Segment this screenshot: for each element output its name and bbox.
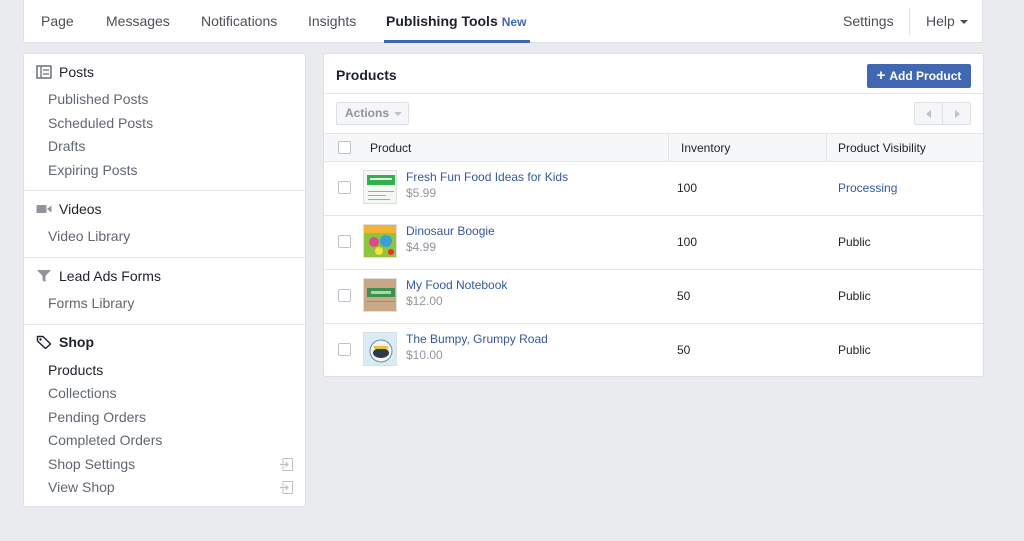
sidebar-item-view-shop[interactable]: View Shop xyxy=(48,477,115,497)
sidebar-item-pending-orders[interactable]: Pending Orders xyxy=(48,407,146,427)
video-camera-icon xyxy=(36,205,52,213)
row-checkbox[interactable] xyxy=(338,235,351,248)
actions-dropdown[interactable]: Actions xyxy=(336,102,409,125)
nav-tab-publishing-tools-label: Publishing Tools xyxy=(386,13,498,29)
sidebar-item-shop-settings[interactable]: Shop Settings xyxy=(48,454,135,474)
column-header-inventory[interactable]: Inventory xyxy=(681,134,730,162)
product-name-link[interactable]: Fresh Fun Food Ideas for Kids xyxy=(406,170,568,184)
product-inventory: 50 xyxy=(677,343,691,357)
sidebar: Posts Published Posts Scheduled Posts Dr… xyxy=(23,53,306,507)
product-image xyxy=(364,171,396,203)
product-thumbnail xyxy=(363,170,397,204)
table-row[interactable]: Dinosaur Boogie $4.99 100 Public xyxy=(324,216,983,270)
table-row[interactable]: The Bumpy, Grumpy Road $10.00 50 Public xyxy=(324,324,983,378)
chevron-down-icon xyxy=(959,20,968,25)
product-image xyxy=(364,279,396,311)
sidebar-item-collections[interactable]: Collections xyxy=(48,383,116,403)
product-inventory: 100 xyxy=(677,181,698,195)
product-visibility-status: Public xyxy=(838,289,871,303)
top-nav: Page Messages Notifications Insights Pub… xyxy=(23,0,983,43)
product-inventory: 100 xyxy=(677,235,698,249)
table-row[interactable]: My Food Notebook $12.00 50 Public xyxy=(324,270,983,324)
sidebar-item-video-library[interactable]: Video Library xyxy=(48,226,130,246)
sidebar-divider xyxy=(24,257,305,258)
nav-divider xyxy=(909,8,910,35)
nav-help-label: Help xyxy=(926,13,955,29)
sidebar-item-scheduled-posts[interactable]: Scheduled Posts xyxy=(48,113,153,133)
row-checkbox[interactable] xyxy=(338,289,351,302)
add-product-button[interactable]: + Add Product xyxy=(867,64,971,88)
column-header-visibility[interactable]: Product Visibility xyxy=(838,134,926,162)
prev-page-button[interactable] xyxy=(914,102,943,125)
new-badge: New xyxy=(501,15,527,29)
nav-tab-page[interactable]: Page xyxy=(41,0,74,43)
column-divider xyxy=(668,134,669,162)
active-tab-indicator xyxy=(384,40,530,43)
product-price: $10.00 xyxy=(406,348,443,362)
funnel-icon xyxy=(37,270,51,282)
product-visibility-status: Public xyxy=(838,235,871,249)
product-image xyxy=(364,333,396,365)
sidebar-item-products[interactable]: Products xyxy=(48,360,103,380)
product-thumbnail xyxy=(363,224,397,258)
sidebar-item-completed-orders[interactable]: Completed Orders xyxy=(48,430,162,450)
sidebar-item-forms-library[interactable]: Forms Library xyxy=(48,293,134,313)
panel-divider xyxy=(324,93,983,94)
nav-tab-publishing-tools[interactable]: Publishing Tools New xyxy=(386,0,526,43)
sidebar-section-label: Shop xyxy=(59,334,94,350)
chevron-right-icon xyxy=(955,110,960,118)
sidebar-divider xyxy=(24,324,305,325)
next-page-button[interactable] xyxy=(942,102,971,125)
column-divider xyxy=(826,134,827,162)
select-all-checkbox[interactable] xyxy=(338,141,351,154)
panel-title: Products xyxy=(336,67,397,83)
product-visibility-status: Public xyxy=(838,343,871,357)
sidebar-item-published-posts[interactable]: Published Posts xyxy=(48,89,148,109)
tag-icon xyxy=(36,335,52,349)
nav-tab-messages[interactable]: Messages xyxy=(106,0,170,43)
product-price: $4.99 xyxy=(406,240,437,254)
nav-help[interactable]: Help xyxy=(926,0,968,43)
actions-label: Actions xyxy=(345,106,390,120)
product-name-link[interactable]: Dinosaur Boogie xyxy=(406,224,495,238)
chevron-left-icon xyxy=(926,110,931,118)
product-visibility-status[interactable]: Processing xyxy=(838,181,897,195)
sidebar-item-expiring-posts[interactable]: Expiring Posts xyxy=(48,160,137,180)
sidebar-section-label: Lead Ads Forms xyxy=(59,268,161,284)
add-product-label: Add Product xyxy=(889,69,962,83)
sidebar-divider xyxy=(24,190,305,191)
sidebar-section-label: Videos xyxy=(59,201,102,217)
product-inventory: 50 xyxy=(677,289,691,303)
row-checkbox[interactable] xyxy=(338,181,351,194)
product-price: $12.00 xyxy=(406,294,443,308)
sidebar-item-drafts[interactable]: Drafts xyxy=(48,136,85,156)
product-image xyxy=(364,225,396,257)
product-price: $5.99 xyxy=(406,186,437,200)
table-row[interactable]: Fresh Fun Food Ideas for Kids $5.99 100 … xyxy=(324,162,983,216)
column-header-product[interactable]: Product xyxy=(370,134,411,162)
nav-settings[interactable]: Settings xyxy=(843,0,894,43)
nav-tab-insights[interactable]: Insights xyxy=(308,0,356,43)
table-header: Product Inventory Product Visibility xyxy=(324,133,983,162)
product-name-link[interactable]: My Food Notebook xyxy=(406,278,507,292)
plus-icon: + xyxy=(876,67,886,84)
posts-icon xyxy=(36,65,52,79)
product-name-link[interactable]: The Bumpy, Grumpy Road xyxy=(406,332,548,346)
sidebar-section-label: Posts xyxy=(59,64,95,80)
chevron-down-icon xyxy=(394,111,403,116)
product-thumbnail xyxy=(363,278,397,312)
external-link-icon xyxy=(280,481,293,494)
row-checkbox[interactable] xyxy=(338,343,351,356)
nav-tab-notifications[interactable]: Notifications xyxy=(201,0,277,43)
product-thumbnail xyxy=(363,332,397,366)
products-panel: Products + Add Product Actions Product In… xyxy=(323,53,984,377)
external-link-icon xyxy=(280,458,293,471)
